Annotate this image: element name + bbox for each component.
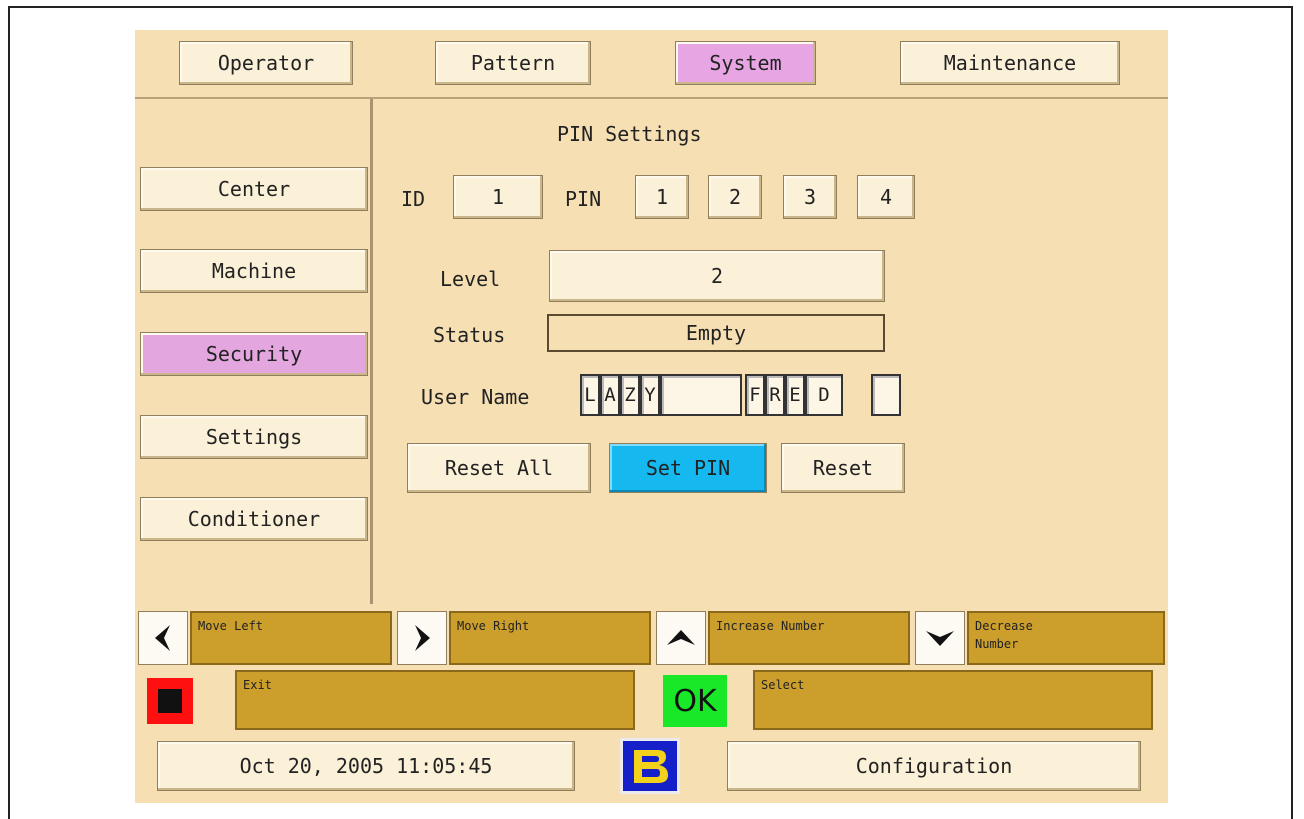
sidebar-item-machine[interactable]: Machine: [140, 249, 368, 293]
username-char-4[interactable]: Y: [640, 374, 660, 416]
increase-key[interactable]: [656, 611, 706, 665]
username-char-6[interactable]: F: [745, 374, 765, 416]
level-field[interactable]: 2: [549, 250, 885, 302]
username-char-7[interactable]: R: [765, 374, 785, 416]
arrow-right-icon: [415, 625, 430, 651]
username-char-10[interactable]: [871, 374, 901, 416]
arrow-up-icon: [667, 630, 695, 645]
move-left-key[interactable]: [138, 611, 188, 665]
set-pin-button[interactable]: Set PIN: [609, 443, 767, 493]
tab-pattern[interactable]: Pattern: [435, 41, 591, 85]
hint-increase: Increase Number: [708, 611, 910, 665]
username-char-2[interactable]: A: [600, 374, 620, 416]
tab-maintenance[interactable]: Maintenance: [900, 41, 1120, 85]
hint-decrease-line2: Number: [975, 637, 1019, 651]
hint-select: Select: [753, 670, 1153, 730]
stop-icon: [158, 689, 182, 713]
level-label: Level: [440, 267, 501, 291]
reset-all-button[interactable]: Reset All: [407, 443, 591, 493]
datetime-display: Oct 20, 2005 11:05:45: [157, 741, 575, 791]
ok-key[interactable]: OK: [663, 675, 727, 727]
hmi-screen: Operator Pattern System Maintenance Cent…: [135, 30, 1168, 803]
pin-digit-1[interactable]: 1: [635, 175, 689, 219]
sidebar-item-conditioner[interactable]: Conditioner: [140, 497, 368, 541]
sidebar-item-security[interactable]: Security: [140, 332, 368, 376]
username-char-9[interactable]: D: [805, 374, 843, 416]
sidebar-item-center[interactable]: Center: [140, 167, 368, 211]
pin-digit-3[interactable]: 3: [783, 175, 837, 219]
pin-digit-2[interactable]: 2: [708, 175, 762, 219]
id-field[interactable]: 1: [453, 175, 543, 219]
id-label: ID: [401, 187, 426, 211]
tab-system[interactable]: System: [675, 41, 816, 85]
hint-decrease-line1: Decrease: [975, 619, 1033, 633]
configuration-button[interactable]: Configuration: [727, 741, 1141, 791]
hint-exit: Exit: [235, 670, 635, 730]
status-field: Empty: [547, 314, 885, 352]
arrow-down-icon: [926, 631, 954, 646]
brand-logo: [620, 738, 680, 794]
pin-label: PIN: [565, 187, 602, 211]
arrow-left-icon: [155, 625, 170, 651]
panel-title: PIN Settings: [557, 122, 702, 146]
status-label: Status: [433, 323, 506, 347]
username-char-3[interactable]: Z: [620, 374, 640, 416]
tab-operator[interactable]: Operator: [179, 41, 353, 85]
username-char-8[interactable]: E: [785, 374, 805, 416]
exit-key[interactable]: [147, 678, 193, 724]
move-right-key[interactable]: [397, 611, 447, 665]
hint-move-right: Move Right: [449, 611, 651, 665]
decrease-key[interactable]: [915, 611, 965, 665]
pin-digit-4[interactable]: 4: [857, 175, 915, 219]
reset-button[interactable]: Reset: [781, 443, 905, 493]
username-char-5[interactable]: [660, 374, 742, 416]
hint-decrease: Decrease Number: [967, 611, 1165, 665]
username-label: User Name: [421, 385, 530, 409]
hint-move-left: Move Left: [190, 611, 392, 665]
sidebar-item-settings[interactable]: Settings: [140, 415, 368, 459]
username-char-1[interactable]: L: [580, 374, 600, 416]
logo-icon: [634, 750, 668, 783]
